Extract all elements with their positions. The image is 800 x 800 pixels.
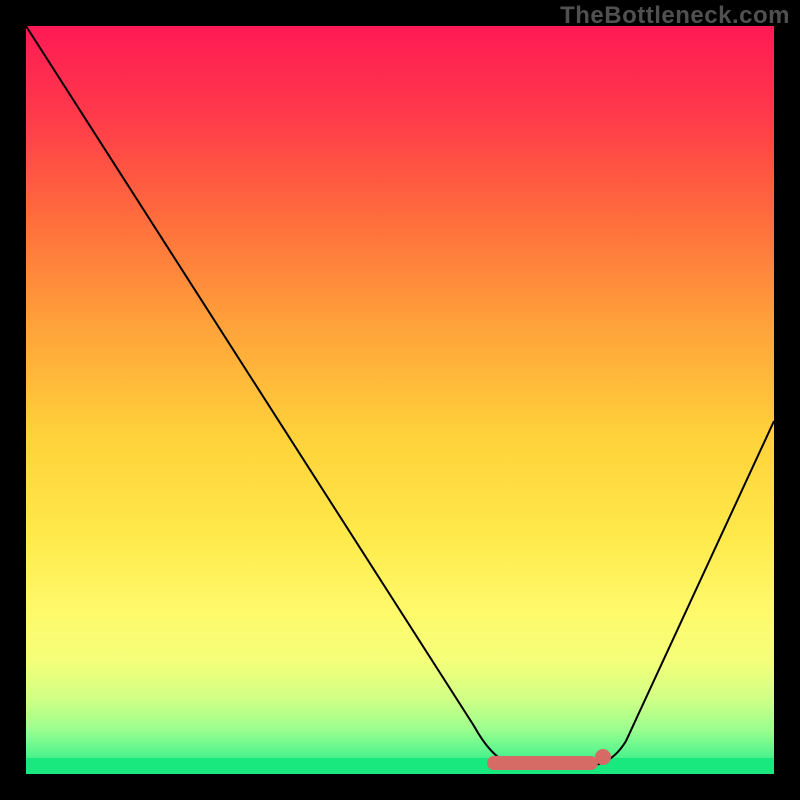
chart-frame: TheBottleneck.com: [0, 0, 800, 800]
bottleneck-curve: [26, 26, 774, 766]
watermark-text: TheBottleneck.com: [560, 2, 790, 30]
bottleneck-curve-svg: [26, 26, 774, 774]
optimal-point-dot: [595, 749, 611, 765]
plot-area: [26, 26, 774, 774]
